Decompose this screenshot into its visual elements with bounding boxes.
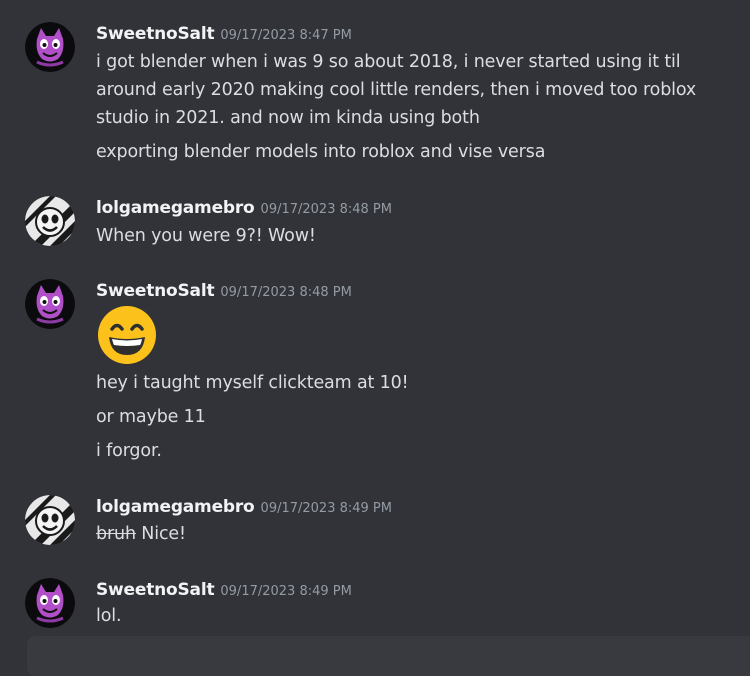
- message-header: lolgamegamebro 09/17/2023 8:49 PM: [96, 497, 392, 517]
- message-header: SweetnoSalt 09/17/2023 8:49 PM: [96, 580, 352, 600]
- timestamp: 09/17/2023 8:47 PM: [220, 28, 352, 43]
- message-line: i forgor.: [96, 441, 162, 461]
- striped-skull-avatar[interactable]: [25, 196, 75, 246]
- grinning-squinting-face-emoji[interactable]: [96, 305, 158, 369]
- message-line: studio in 2021. and now im kinda using b…: [96, 108, 480, 128]
- message-line: lol.: [96, 606, 122, 626]
- username[interactable]: lolgamegamebro: [96, 497, 255, 517]
- message-line: bruh Nice!: [96, 524, 186, 544]
- message-line: hey i taught myself clickteam at 10!: [96, 373, 409, 393]
- message-header: lolgamegamebro 09/17/2023 8:48 PM: [96, 198, 392, 218]
- username[interactable]: SweetnoSalt: [96, 281, 215, 301]
- message-line: exporting blender models into roblox and…: [96, 142, 546, 162]
- purple-cat-avatar[interactable]: [25, 22, 75, 72]
- message-line: When you were 9?! Wow!: [96, 226, 316, 246]
- strikethrough-text: bruh: [96, 524, 136, 544]
- striped-skull-avatar[interactable]: [25, 495, 75, 545]
- username[interactable]: lolgamegamebro: [96, 198, 255, 218]
- purple-cat-avatar[interactable]: [25, 279, 75, 329]
- timestamp: 09/17/2023 8:49 PM: [260, 501, 392, 516]
- message-header: SweetnoSalt 09/17/2023 8:48 PM: [96, 281, 352, 301]
- username[interactable]: SweetnoSalt: [96, 580, 215, 600]
- message-line: or maybe 11: [96, 407, 206, 427]
- message-line: around early 2020 making cool little ren…: [96, 80, 697, 100]
- message-line: i got blender when i was 9 so about 2018…: [96, 52, 681, 72]
- message-composer[interactable]: [27, 636, 750, 676]
- timestamp: 09/17/2023 8:48 PM: [260, 202, 392, 217]
- timestamp: 09/17/2023 8:49 PM: [220, 584, 352, 599]
- purple-cat-avatar[interactable]: [25, 578, 75, 628]
- username[interactable]: SweetnoSalt: [96, 24, 215, 44]
- message-text: Nice!: [135, 524, 186, 544]
- message-header: SweetnoSalt 09/17/2023 8:47 PM: [96, 24, 352, 44]
- timestamp: 09/17/2023 8:48 PM: [220, 285, 352, 300]
